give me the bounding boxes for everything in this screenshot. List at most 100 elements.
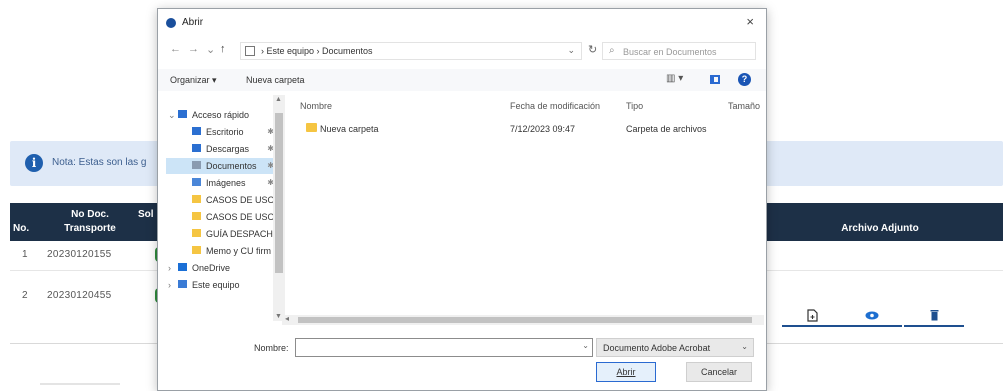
row-number: 2: [22, 290, 28, 301]
up-button[interactable]: ↑: [220, 43, 226, 55]
cloud-icon: [178, 263, 187, 271]
tree-item[interactable]: CASOS DE USO: [166, 209, 280, 225]
tree-item[interactable]: › OneDrive: [166, 260, 280, 276]
file-add-icon: [806, 308, 818, 322]
tree-item-label: Memo y CU firm: [206, 246, 271, 256]
back-button[interactable]: ←: [170, 43, 181, 55]
expand-icon[interactable]: ⌄: [168, 110, 176, 121]
dialog-title: Abrir: [182, 17, 204, 28]
search-placeholder: Buscar en Documentos: [623, 47, 717, 57]
close-button[interactable]: ×: [746, 14, 754, 29]
view-file-button[interactable]: [842, 305, 902, 327]
folder-icon: [306, 123, 317, 132]
file-date: 7/12/2023 09:47: [510, 124, 576, 134]
tree-item[interactable]: Imágenes ✱: [166, 175, 280, 191]
column-date[interactable]: Fecha de modificación: [510, 101, 600, 111]
expand-icon[interactable]: ›: [168, 263, 171, 273]
column-type[interactable]: Tipo: [626, 101, 643, 111]
note-text: Nota: Estas son las g: [52, 157, 147, 168]
tree-item[interactable]: CASOS DE USO: [166, 192, 280, 208]
browser-icon: [166, 18, 176, 28]
scrollbar-thumb[interactable]: [298, 317, 752, 323]
column-name[interactable]: Nombre: [300, 101, 332, 111]
row-doc-number: 20230120455: [47, 290, 112, 301]
scroll-down-icon[interactable]: ▼: [275, 313, 282, 320]
star-icon: [178, 110, 187, 118]
navigation-bar: ← → ⌄ ↑ › Este equipo › Documentos ⌄ ↻ ⌕…: [158, 40, 766, 62]
scroll-up-icon[interactable]: ▲: [275, 96, 282, 103]
refresh-button[interactable]: ↻: [588, 43, 597, 56]
folder-icon: [192, 246, 201, 254]
tree-item[interactable]: Descargas ✱: [166, 141, 280, 157]
dialog-titlebar[interactable]: Abrir ×: [158, 9, 766, 37]
tree-item[interactable]: ⌄ Acceso rápido: [166, 107, 280, 123]
open-file-dialog: Abrir × ← → ⌄ ↑ › Este equipo › Document…: [157, 8, 767, 391]
scrollbar-thumb[interactable]: [275, 113, 283, 273]
tree-item-label: Acceso rápido: [192, 110, 250, 120]
tree-item-label: Escritorio: [206, 127, 244, 137]
row-number: 1: [22, 249, 28, 260]
folder-icon: [192, 212, 201, 220]
header-attachment: Archivo Adjunto: [841, 223, 919, 234]
navigation-tree: ⌄ Acceso rápido Escritorio ✱ Descargas ✱ Docum…: [166, 105, 280, 330]
computer-icon: [178, 280, 187, 288]
tree-item[interactable]: GUÍA DESPACHO: [166, 226, 280, 242]
organize-menu-button[interactable]: Organizar ▾: [170, 75, 217, 86]
info-icon: i: [25, 154, 43, 172]
tree-item-label: Este equipo: [192, 280, 240, 290]
file-type: Carpeta de archivos: [626, 124, 707, 134]
tree-item[interactable]: Memo y CU firm: [166, 243, 280, 259]
delete-file-button[interactable]: [904, 305, 964, 327]
tree-item-label: OneDrive: [192, 263, 231, 273]
desktop-icon: [192, 127, 201, 135]
view-options-button[interactable]: ▥ ▾: [666, 73, 683, 84]
preview-pane-icon[interactable]: [710, 75, 720, 84]
help-icon[interactable]: ?: [738, 73, 751, 86]
eye-icon: [865, 311, 879, 319]
horizontal-scrollbar[interactable]: ◂: [282, 314, 764, 325]
tree-item[interactable]: Escritorio ✱: [166, 124, 280, 140]
address-bar[interactable]: › Este equipo › Documentos ⌄: [240, 42, 582, 60]
divider: [40, 383, 120, 385]
row-doc-number: 20230120155: [47, 249, 112, 260]
tree-scrollbar[interactable]: ▲ ▼: [273, 95, 285, 321]
column-size[interactable]: Tamaño: [728, 101, 760, 111]
header-no: No.: [13, 223, 30, 234]
recent-locations-button[interactable]: ⌄: [206, 43, 215, 56]
folder-icon: [192, 195, 201, 203]
tree-item[interactable]: › Este equipo: [166, 277, 280, 293]
filename-input[interactable]: [295, 338, 593, 357]
scroll-left-icon[interactable]: ◂: [285, 314, 289, 323]
tree-item-label: GUÍA DESPACHO: [206, 229, 280, 239]
file-type-select[interactable]: Documento Adobe Acrobat ⌄: [596, 338, 754, 357]
search-input[interactable]: ⌕ Buscar en Documentos: [602, 42, 756, 60]
address-path: › Este equipo › Documentos: [261, 46, 373, 56]
tree-item[interactable]: Documentos ✱: [166, 158, 280, 174]
header-doc-transport: No Doc. Transporte: [64, 209, 116, 234]
filename-label: Nombre:: [254, 343, 289, 353]
documents-icon: [192, 161, 201, 169]
tree-item-label: CASOS DE USO: [206, 195, 275, 205]
tree-item-label: Documentos: [206, 161, 257, 171]
open-button[interactable]: Abrir: [596, 362, 656, 382]
list-item[interactable]: Nueva carpeta 7/12/2023 09:47 Carpeta de…: [298, 121, 738, 137]
chevron-down-icon[interactable]: ⌄: [567, 45, 575, 56]
chevron-down-icon: ⌄: [741, 342, 748, 351]
new-folder-button[interactable]: Nueva carpeta: [246, 75, 305, 85]
file-type-value: Documento Adobe Acrobat: [603, 343, 711, 353]
trash-icon: [930, 310, 938, 321]
images-icon: [192, 178, 201, 186]
tree-item-label: Imágenes: [206, 178, 246, 188]
folder-icon: [192, 229, 201, 237]
attach-file-button[interactable]: [782, 305, 842, 327]
search-icon: ⌕: [609, 45, 615, 56]
dialog-toolbar: Organizar ▾ Nueva carpeta ▥ ▾ ?: [158, 69, 766, 91]
file-list-header: Nombre Fecha de modificación Tipo Tamaño: [288, 95, 763, 115]
tree-item-label: CASOS DE USO: [206, 212, 275, 222]
tree-item-label: Descargas: [206, 144, 250, 154]
download-icon: [192, 144, 201, 152]
expand-icon[interactable]: ›: [168, 280, 171, 290]
forward-button[interactable]: →: [188, 43, 199, 55]
cancel-button[interactable]: Cancelar: [686, 362, 752, 382]
file-name: Nueva carpeta: [320, 124, 379, 134]
